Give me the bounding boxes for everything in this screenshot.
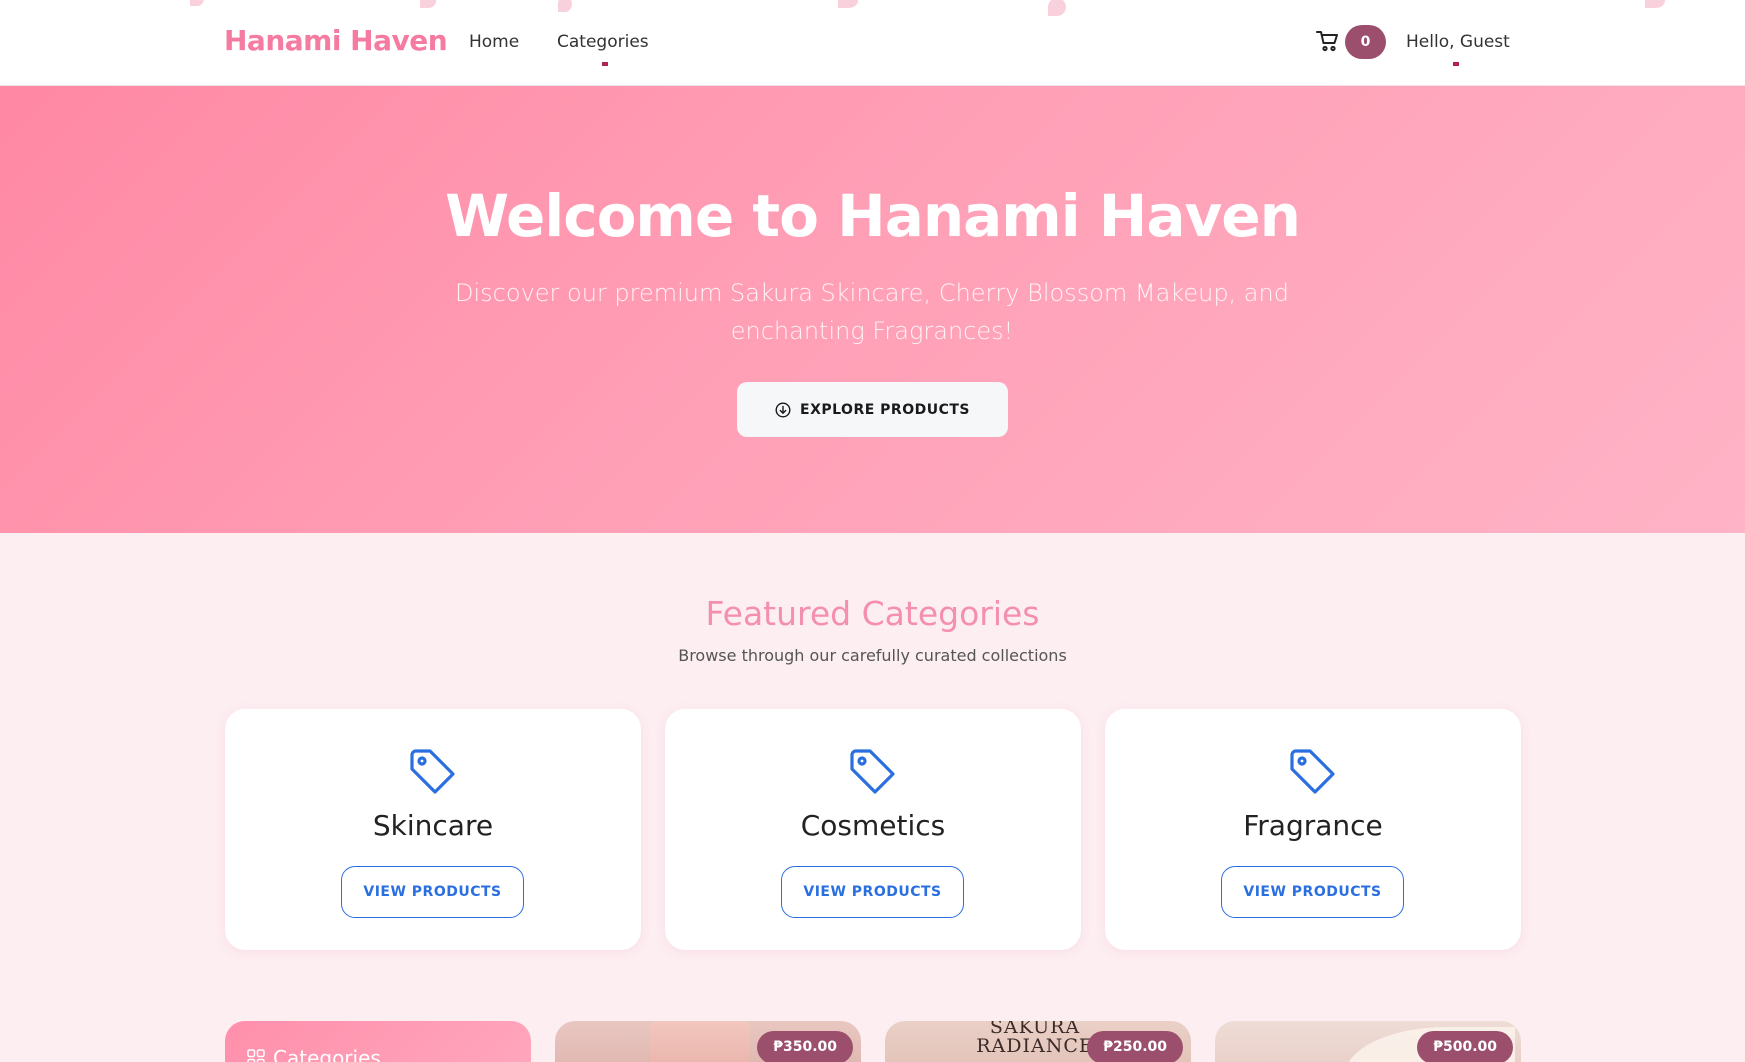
categories-caret-icon: [602, 62, 608, 66]
product-card[interactable]: ₱500.00: [1215, 1021, 1521, 1062]
featured-subtitle: Browse through our carefully curated col…: [678, 646, 1067, 665]
nav-home-link[interactable]: Home: [469, 32, 519, 52]
user-caret-icon: [1453, 62, 1459, 66]
user-greeting-dropdown[interactable]: Hello, Guest: [1406, 32, 1510, 52]
product-image: [650, 1021, 750, 1062]
explore-products-label: EXPLORE PRODUCTS: [800, 401, 970, 418]
petal-decoration: [1645, 0, 1665, 8]
price-badge: ₱250.00: [1087, 1031, 1183, 1062]
sidebar-title-label: Categories: [273, 1046, 381, 1062]
hero-title: Welcome to Hanami Haven: [445, 182, 1301, 250]
categories-sidebar: Categories: [225, 1021, 531, 1062]
hero-banner: Welcome to Hanami Haven Discover our pre…: [0, 86, 1745, 533]
tag-icon: [410, 749, 455, 794]
hero-subtitle: Discover our premium Sakura Skincare, Ch…: [455, 279, 1289, 345]
grid-icon: [247, 1049, 265, 1062]
tag-icon: [850, 749, 895, 794]
product-card[interactable]: ₱350.00: [555, 1021, 861, 1062]
petal-decoration: [838, 0, 858, 8]
petal-decoration: [190, 0, 204, 6]
category-card-fragrance: Fragrance VIEW PRODUCTS: [1105, 709, 1521, 950]
category-card-cosmetics: Cosmetics VIEW PRODUCTS: [665, 709, 1081, 950]
petal-decoration: [1048, 0, 1066, 16]
navbar: Hanami Haven Home Categories 0 Hello, Gu…: [0, 0, 1745, 86]
featured-title: Featured Categories: [705, 594, 1040, 633]
view-products-button[interactable]: VIEW PRODUCTS: [341, 866, 524, 918]
product-label-line: RADIANCE: [976, 1035, 1094, 1057]
product-image-label: SAKURA RADIANCE: [965, 1021, 1105, 1056]
view-products-button[interactable]: VIEW PRODUCTS: [1221, 866, 1404, 918]
category-name: Cosmetics: [800, 809, 946, 842]
product-card[interactable]: SAKURA RADIANCE ₱250.00: [885, 1021, 1191, 1062]
petal-decoration: [420, 0, 436, 8]
petal-decoration: [558, 0, 572, 12]
price-badge: ₱350.00: [757, 1031, 853, 1062]
cart-icon[interactable]: [1316, 30, 1340, 52]
arrow-down-circle-icon: [775, 401, 791, 418]
price-badge: ₱500.00: [1417, 1031, 1513, 1062]
view-products-button[interactable]: VIEW PRODUCTS: [781, 866, 964, 918]
brand-logo[interactable]: Hanami Haven: [224, 24, 448, 57]
category-card-skincare: Skincare VIEW PRODUCTS: [225, 709, 641, 950]
sidebar-title: Categories: [247, 1046, 381, 1062]
category-name: Fragrance: [1243, 809, 1383, 842]
explore-products-button[interactable]: EXPLORE PRODUCTS: [737, 382, 1008, 437]
nav-categories-dropdown[interactable]: Categories: [557, 32, 649, 52]
tag-icon: [1290, 749, 1335, 794]
category-name: Skincare: [372, 809, 494, 842]
cart-count-badge[interactable]: 0: [1345, 25, 1386, 59]
